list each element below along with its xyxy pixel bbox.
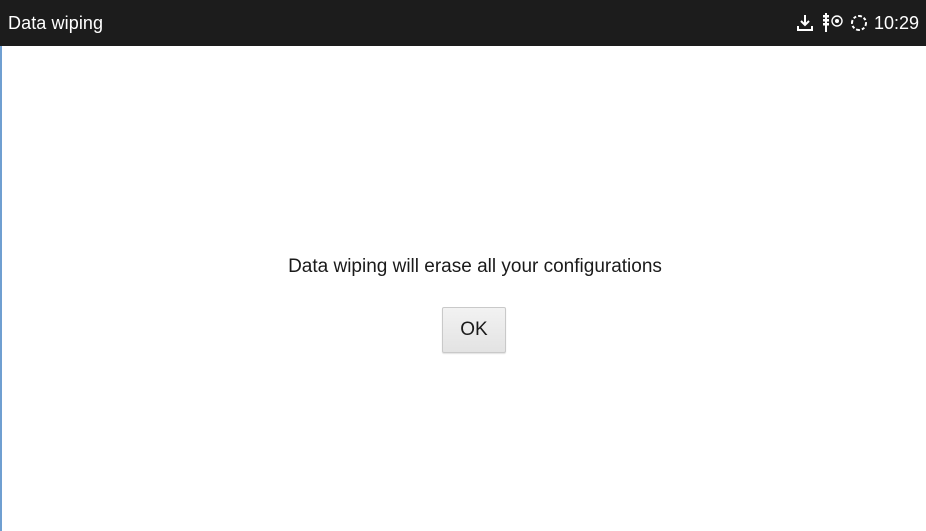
page-title: Data wiping <box>8 13 104 33</box>
status-icons: 10:29 <box>795 11 919 35</box>
window-edge <box>0 46 2 531</box>
status-clock: 10:29 <box>874 13 920 33</box>
usb-debug-icon <box>819 11 845 35</box>
status-bar: Data wiping 10:29 <box>0 0 926 46</box>
ok-button[interactable]: OK <box>442 307 506 353</box>
download-icon <box>795 11 815 35</box>
screen: Data wiping 10:29 Data wiping will erase… <box>0 0 926 531</box>
sync-icon <box>849 11 869 35</box>
dialog-message: Data wiping will erase all your configur… <box>288 256 662 277</box>
